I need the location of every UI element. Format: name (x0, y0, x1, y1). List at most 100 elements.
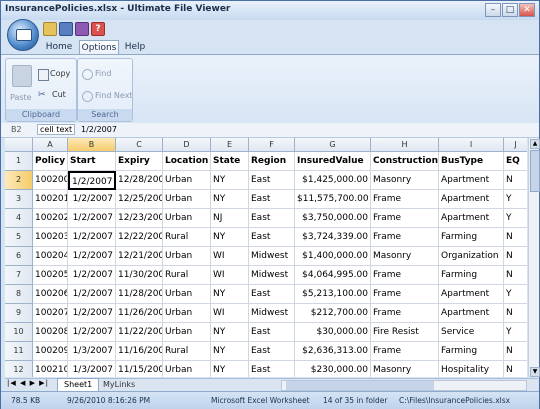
header-cell[interactable]: EQ (504, 152, 527, 171)
table-cell[interactable]: 100205 (33, 266, 68, 285)
table-cell[interactable]: $1,425,000.00 (295, 171, 371, 190)
table-cell[interactable]: Farming (439, 266, 504, 285)
header-cell[interactable]: Policy (33, 152, 68, 171)
table-cell[interactable]: 11/28/2007 (116, 285, 163, 304)
table-cell[interactable]: East (249, 342, 295, 361)
table-cell[interactable]: 12/21/2007 (116, 247, 163, 266)
table-cell[interactable]: 1/3/2007 (68, 361, 116, 377)
table-cell[interactable]: Urban (163, 304, 211, 323)
tab-options[interactable]: Options (79, 40, 119, 55)
scroll-thumb[interactable] (530, 150, 540, 192)
table-cell[interactable]: 1/3/2007 (68, 342, 116, 361)
table-cell[interactable]: 100207 (33, 304, 68, 323)
table-cell[interactable]: Y (504, 209, 527, 228)
table-cell[interactable]: NY (211, 323, 249, 342)
table-cell[interactable]: 11/30/2007 (116, 266, 163, 285)
column-header[interactable]: E (211, 138, 249, 152)
table-cell[interactable]: 12/25/2007 (116, 190, 163, 209)
minimize-button[interactable]: – (485, 3, 501, 17)
table-cell[interactable]: N (504, 266, 527, 285)
table-cell[interactable]: East (249, 361, 295, 377)
table-cell[interactable]: 11/15/2007 (116, 361, 163, 377)
column-header[interactable]: G (295, 138, 371, 152)
table-cell[interactable]: $230,000.00 (295, 361, 371, 377)
find-next-button[interactable]: Find Next (95, 91, 133, 100)
tab-home[interactable]: Home (41, 40, 77, 54)
table-cell[interactable]: $212,700.00 (295, 304, 371, 323)
row-header[interactable]: 3 (5, 190, 33, 209)
table-cell[interactable]: Farming (439, 342, 504, 361)
table-cell[interactable]: East (249, 209, 295, 228)
horizontal-scroll-thumb[interactable] (286, 381, 434, 390)
table-cell[interactable]: 1/2/2007 (68, 285, 116, 304)
table-cell[interactable]: 1/2/2007 (68, 228, 116, 247)
header-cell[interactable]: Start (68, 152, 116, 171)
table-cell[interactable]: $3,724,339.00 (295, 228, 371, 247)
table-cell[interactable]: 1/2/2007 (68, 304, 116, 323)
cell-mode-dropdown[interactable]: cell text (37, 124, 76, 135)
row-header[interactable]: 6 (5, 247, 33, 266)
column-header[interactable]: F (249, 138, 295, 152)
table-cell[interactable]: 100201 (33, 190, 68, 209)
scroll-down-icon[interactable]: ▼ (530, 367, 540, 377)
header-cell[interactable]: Construction (371, 152, 439, 171)
table-cell[interactable]: East (249, 285, 295, 304)
header-cell[interactable]: State (211, 152, 249, 171)
sheet-tab-sheet1[interactable]: Sheet1 (57, 378, 100, 392)
table-cell[interactable]: NY (211, 361, 249, 377)
table-cell[interactable]: 1/2/2007 (68, 247, 116, 266)
table-cell[interactable]: WI (211, 247, 249, 266)
header-cell[interactable]: Expiry (116, 152, 163, 171)
table-cell[interactable]: $2,636,313.00 (295, 342, 371, 361)
table-cell[interactable]: N (504, 304, 527, 323)
header-cell[interactable]: Region (249, 152, 295, 171)
column-header[interactable]: J (504, 138, 527, 152)
table-cell[interactable]: $11,575,700.00 (295, 190, 371, 209)
table-cell[interactable]: 1/2/2007 (68, 266, 116, 285)
print-icon[interactable] (75, 22, 89, 36)
header-cell[interactable]: InsuredValue (295, 152, 371, 171)
header-cell[interactable]: BusType (439, 152, 504, 171)
save-icon[interactable] (59, 22, 73, 36)
row-header[interactable]: 1 (5, 152, 33, 171)
table-cell[interactable]: 11/26/2007 (116, 304, 163, 323)
table-cell[interactable]: 100203 (33, 228, 68, 247)
table-cell[interactable]: Urban (163, 171, 211, 190)
table-cell[interactable]: Midwest (249, 247, 295, 266)
maximize-button[interactable]: □ (502, 3, 518, 17)
table-cell[interactable]: 100200 (33, 171, 68, 190)
table-cell[interactable]: NY (211, 190, 249, 209)
table-cell[interactable]: Farming (439, 228, 504, 247)
table-cell[interactable]: Apartment (439, 190, 504, 209)
table-cell[interactable]: Frame (371, 190, 439, 209)
column-header[interactable]: I (439, 138, 504, 152)
row-header[interactable]: 8 (5, 285, 33, 304)
table-cell[interactable]: Frame (371, 304, 439, 323)
row-header[interactable]: 12 (5, 361, 33, 377)
close-button[interactable]: ✕ (519, 3, 535, 17)
table-cell[interactable]: Urban (163, 190, 211, 209)
table-cell[interactable]: WI (211, 266, 249, 285)
table-cell[interactable]: $5,213,100.00 (295, 285, 371, 304)
scroll-up-icon[interactable]: ▲ (530, 139, 540, 149)
table-cell[interactable]: Urban (163, 323, 211, 342)
table-cell[interactable]: Apartment (439, 285, 504, 304)
column-header[interactable]: D (163, 138, 211, 152)
help-icon[interactable]: ? (91, 22, 105, 36)
table-cell[interactable]: Frame (371, 342, 439, 361)
table-cell[interactable]: 1/2/2007 (68, 171, 116, 190)
table-cell[interactable]: $30,000.00 (295, 323, 371, 342)
table-cell[interactable]: Y (504, 323, 527, 342)
table-cell[interactable]: Apartment (439, 209, 504, 228)
table-cell[interactable]: $3,750,000.00 (295, 209, 371, 228)
table-cell[interactable]: N (504, 361, 527, 377)
row-header[interactable]: 2 (5, 171, 33, 190)
sheet-nav-icons[interactable]: |◀ ◀ ▶ ▶| (7, 379, 49, 387)
row-header[interactable]: 7 (5, 266, 33, 285)
column-header[interactable]: B (68, 138, 116, 152)
table-cell[interactable]: NY (211, 285, 249, 304)
table-cell[interactable]: 100209 (33, 342, 68, 361)
table-cell[interactable]: Urban (163, 361, 211, 377)
table-cell[interactable]: Fire Resist (371, 323, 439, 342)
table-cell[interactable]: 12/28/2007 (116, 171, 163, 190)
